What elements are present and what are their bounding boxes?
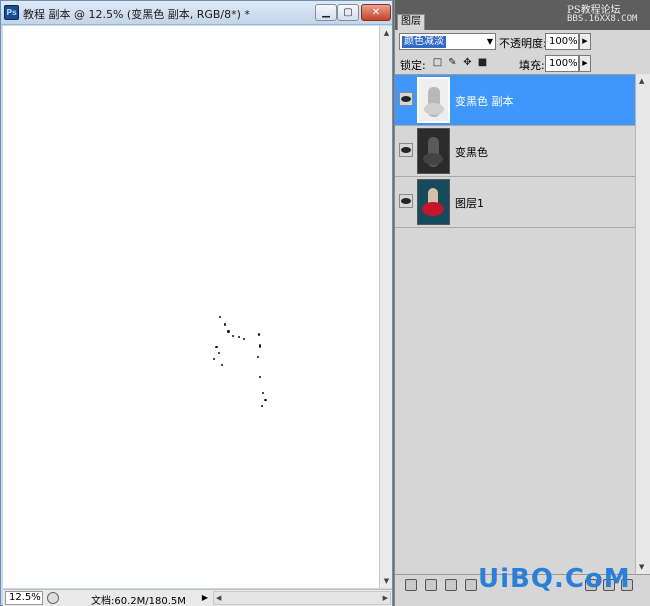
close-button[interactable]: ✕ (361, 4, 391, 21)
document-titlebar[interactable]: Ps 教程 副本 @ 12.5% (变黑色 副本, RGB/8*) * ▁ ▢ … (1, 1, 392, 25)
fill-label: 填充: (519, 59, 545, 72)
layer-mask-icon[interactable] (445, 579, 457, 591)
layer-style-icon[interactable] (425, 579, 437, 591)
maximize-button[interactable]: ▢ (337, 4, 359, 21)
document-statusbar: 12.5% 文档:60.2M/180.5M ▶ ◀ ▶ (3, 589, 392, 606)
blend-mode-value: 颜色减淡 (402, 36, 446, 48)
lock-all-padlock-icon[interactable]: ■ (477, 57, 488, 69)
scroll-left-icon[interactable]: ◀ (216, 592, 221, 604)
document-size-info: 文档:60.2M/180.5M (91, 596, 186, 606)
layer-row[interactable]: 变黑色 副本 (395, 75, 635, 126)
link-layers-icon[interactable] (405, 579, 417, 591)
lock-label: 锁定: (400, 59, 426, 72)
chevron-down-icon: ▼ (486, 37, 493, 46)
scroll-right-icon[interactable]: ▶ (383, 592, 388, 604)
canvas-speck (227, 330, 230, 333)
canvas-speck (257, 356, 259, 358)
canvas-speck (213, 358, 215, 360)
canvas-speck (219, 316, 221, 318)
scroll-up-icon[interactable]: ▲ (639, 77, 644, 85)
layer-thumbnail (417, 128, 450, 174)
layer-name: 图层1 (455, 197, 484, 210)
layer-row[interactable]: 图层1 (395, 177, 635, 228)
scroll-up-icon[interactable]: ▲ (381, 27, 392, 39)
fill-slider-arrow-icon[interactable]: ▶ (579, 55, 591, 72)
layer-thumbnail (417, 179, 450, 225)
watermark-logo: UiBQ.CoM (478, 564, 631, 594)
watermark-url: BBS.16XX8.COM (567, 14, 638, 24)
document-vertical-scrollbar[interactable]: ▲ ▼ (379, 26, 392, 588)
fill-input[interactable]: 100% (545, 55, 579, 72)
layers-vertical-scrollbar[interactable]: ▲ ▼ (635, 74, 650, 574)
visibility-eye-icon[interactable] (399, 92, 413, 106)
photoshop-icon: Ps (4, 5, 19, 20)
layer-name: 变黑色 (455, 146, 488, 159)
canvas-speck (232, 335, 234, 337)
document-canvas[interactable] (3, 26, 379, 588)
zoom-level-field[interactable]: 12.5% (5, 591, 43, 605)
canvas-speck (218, 352, 220, 354)
canvas-speck (238, 336, 240, 338)
canvas-speck (224, 323, 226, 326)
status-menu-arrow-icon[interactable]: ▶ (199, 591, 211, 605)
blend-mode-select[interactable]: 颜色减淡 ▼ (399, 33, 496, 50)
canvas-speck (221, 364, 223, 366)
lock-position-move-icon[interactable]: ✥ (462, 57, 473, 69)
visibility-eye-icon[interactable] (399, 194, 413, 208)
canvas-speck (258, 333, 260, 336)
canvas-speck (261, 405, 263, 407)
minimize-button[interactable]: ▁ (315, 4, 337, 21)
adjustment-layer-icon[interactable] (465, 579, 477, 591)
document-horizontal-scrollbar[interactable]: ◀ ▶ (213, 591, 391, 605)
document-window: Ps 教程 副本 @ 12.5% (变黑色 副本, RGB/8*) * ▁ ▢ … (0, 0, 393, 606)
canvas-speck (243, 338, 245, 340)
opacity-slider-arrow-icon[interactable]: ▶ (579, 33, 591, 50)
visibility-eye-icon[interactable] (399, 143, 413, 157)
layers-panel: PS教程论坛 BBS.16XX8.COM 图层 颜色减淡 ▼ 不透明度: 100… (394, 0, 650, 606)
lock-paint-brush-icon[interactable]: ✎ (447, 57, 458, 69)
layer-list: 变黑色 副本 变黑色 图层1 (395, 74, 635, 574)
document-title: 教程 副本 @ 12.5% (变黑色 副本, RGB/8*) * (23, 8, 250, 21)
canvas-speck (264, 399, 267, 401)
canvas-speck (262, 392, 264, 394)
opacity-input[interactable]: 100% (545, 33, 579, 50)
layer-name: 变黑色 副本 (455, 95, 514, 108)
opacity-label: 不透明度: (499, 37, 547, 50)
tab-layers[interactable]: 图层 (397, 14, 425, 30)
canvas-speck (259, 344, 261, 348)
layer-thumbnail (417, 77, 450, 123)
panel-header: PS教程论坛 BBS.16XX8.COM 图层 (395, 0, 650, 30)
scroll-down-icon[interactable]: ▼ (381, 575, 392, 587)
layer-row[interactable]: 变黑色 (395, 126, 635, 177)
canvas-speck (215, 346, 218, 348)
scroll-down-icon[interactable]: ▼ (639, 563, 644, 571)
lock-transparency-icon[interactable]: □ (432, 57, 443, 69)
status-info-icon[interactable] (47, 592, 59, 604)
canvas-speck (259, 376, 261, 378)
